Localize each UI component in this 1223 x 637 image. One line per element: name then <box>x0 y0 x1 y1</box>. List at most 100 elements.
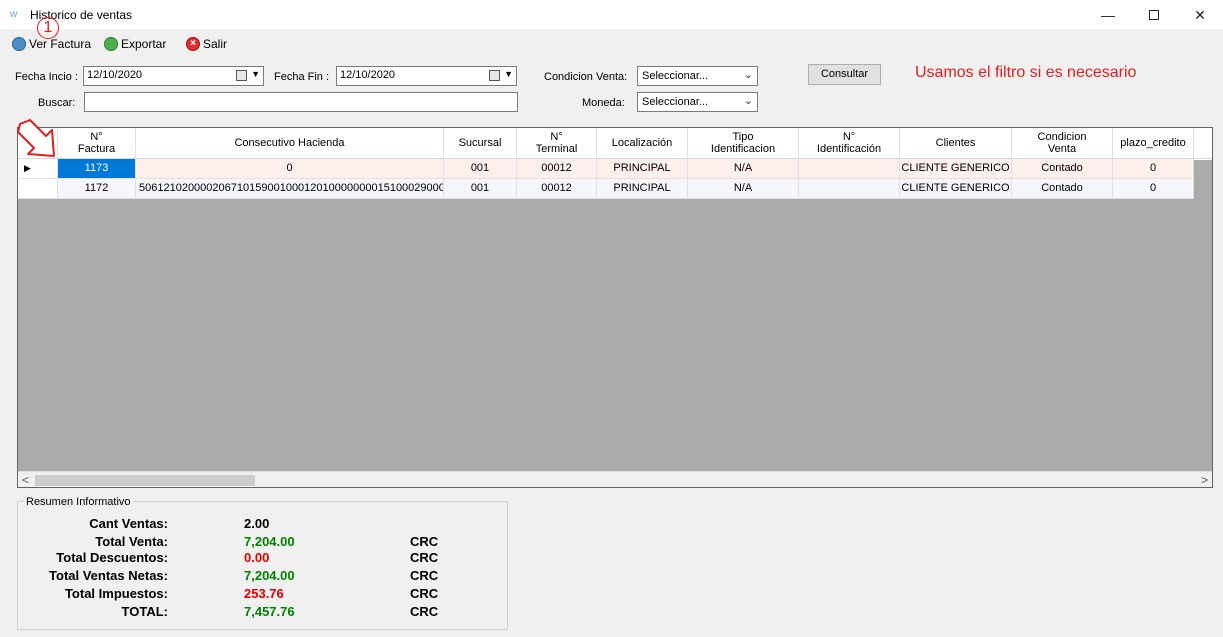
cell-terminal[interactable]: 00012 <box>517 159 597 179</box>
column-header-id-number[interactable]: N° Identificación <box>799 128 900 159</box>
currency-label: Moneda: <box>582 97 625 109</box>
scroll-right-icon[interactable]: > <box>1201 473 1208 487</box>
grid-header: N° Factura Consecutivo Hacienda Sucursal … <box>18 128 1212 160</box>
cell-clients[interactable]: CLIENTE GENERICO <box>900 159 1012 179</box>
column-header-filler <box>1194 128 1212 159</box>
filter-note: Usamos el filtro si es necesario <box>915 64 1137 81</box>
table-row[interactable]: ▶ 1173 0 001 00012 PRINCIPAL N/A CLIENTE… <box>18 159 1194 179</box>
cell-branch[interactable]: 001 <box>444 179 517 199</box>
column-header-branch[interactable]: Sucursal <box>444 128 517 159</box>
table-row[interactable]: 1172 50612102000020671015900100012010000… <box>18 179 1194 199</box>
minimize-button[interactable]: — <box>1085 0 1131 30</box>
cell-id-type[interactable]: N/A <box>688 179 799 199</box>
cell-location[interactable]: PRINCIPAL <box>597 179 688 199</box>
summary-value: 2.00 <box>244 516 270 531</box>
cell-id-number[interactable] <box>799 159 900 179</box>
column-header-consecutive[interactable]: Consecutivo Hacienda <box>136 128 444 159</box>
summary-value: 0.00 <box>244 550 270 565</box>
cell-invoice-number[interactable]: 1172 <box>58 179 136 199</box>
summary-value: 253.76 <box>244 586 284 601</box>
horizontal-scrollbar[interactable]: < > <box>18 471 1212 487</box>
end-date-picker[interactable]: 12/10/2020 ▼ <box>336 66 517 86</box>
chevron-down-icon: ▼ <box>251 69 260 79</box>
column-header-invoice-number[interactable]: N° Factura <box>58 128 136 159</box>
sale-condition-label: Condicion Venta: <box>544 71 628 83</box>
summary-value: 7,457.76 <box>244 604 295 619</box>
summary-currency: CRC <box>410 604 439 619</box>
column-header-credit-term[interactable]: plazo_credito <box>1113 128 1194 159</box>
column-header-location[interactable]: Localización <box>597 128 688 159</box>
sale-condition-select[interactable]: Seleccionar... ⌄ <box>637 66 758 86</box>
search-input[interactable] <box>84 92 518 112</box>
cell-sale-condition[interactable]: Contado <box>1012 179 1113 199</box>
cell-id-number[interactable] <box>799 179 900 199</box>
current-row-icon: ▶ <box>24 163 31 173</box>
chevron-down-icon: ▼ <box>504 69 513 79</box>
close-icon: ✕ <box>1194 6 1206 23</box>
summary-label: Total Ventas Netas: <box>49 568 168 583</box>
annotation-arrow-icon <box>17 119 55 157</box>
calendar-icon <box>489 70 500 81</box>
cell-credit-term[interactable]: 0 <box>1113 159 1194 179</box>
maximize-icon <box>1149 10 1159 20</box>
search-label: Buscar: <box>38 97 76 109</box>
title-bar: w Historico de ventas — ✕ <box>0 0 1223 30</box>
annotation-number-badge: 1 <box>37 17 59 39</box>
cell-consecutive[interactable]: 5061210200002067101590010001201000000001… <box>136 179 444 199</box>
summary-value: 7,204.00 <box>244 534 295 549</box>
minimize-icon: — <box>1101 7 1115 23</box>
maximize-button[interactable] <box>1131 0 1177 30</box>
summary-currency: CRC <box>410 568 439 583</box>
view-invoice-label: Ver Factura <box>29 37 92 51</box>
summary-label: Cant Ventas: <box>89 516 168 531</box>
column-header-sale-condition[interactable]: Condicion Venta <box>1012 128 1113 159</box>
summary-currency: CRC <box>410 586 439 601</box>
start-date-picker[interactable]: 12/10/2020 ▼ <box>83 66 264 86</box>
sales-history-grid[interactable]: N° Factura Consecutivo Hacienda Sucursal … <box>17 127 1213 488</box>
cell-location[interactable]: PRINCIPAL <box>597 159 688 179</box>
start-date-value: 12/10/2020 <box>87 69 143 81</box>
summary-title: Resumen Informativo <box>24 496 133 508</box>
cell-branch[interactable]: 001 <box>444 159 517 179</box>
consult-button[interactable]: Consultar <box>808 64 881 85</box>
column-header-id-type[interactable]: Tipo Identificacion <box>688 128 799 159</box>
cell-credit-term[interactable]: 0 <box>1113 179 1194 199</box>
summary-label: TOTAL: <box>121 604 168 619</box>
chevron-down-icon: ⌄ <box>743 95 753 107</box>
chevron-down-icon: ⌄ <box>743 69 753 81</box>
export-button[interactable]: Exportar <box>104 35 166 53</box>
cell-invoice-number[interactable]: 1173 <box>58 159 136 179</box>
summary-currency: CRC <box>410 550 439 565</box>
close-button[interactable]: ✕ <box>1177 0 1223 30</box>
currency-value: Seleccionar... <box>642 96 709 108</box>
cell-terminal[interactable]: 00012 <box>517 179 597 199</box>
app-icon: w <box>10 9 18 20</box>
start-date-label: Fecha Incio : <box>15 71 78 83</box>
summary-currency: CRC <box>410 534 439 549</box>
sale-condition-value: Seleccionar... <box>642 70 709 82</box>
toolbar: Ver Factura Exportar × Salir <box>0 31 1223 55</box>
summary-value: 7,204.00 <box>244 568 295 583</box>
cell-sale-condition[interactable]: Contado <box>1012 159 1113 179</box>
summary-label: Total Venta: <box>95 534 168 549</box>
cell-consecutive[interactable]: 0 <box>136 159 444 179</box>
end-date-value: 12/10/2020 <box>340 69 396 81</box>
currency-select[interactable]: Seleccionar... ⌄ <box>637 92 758 112</box>
column-header-terminal[interactable]: N° Terminal <box>517 128 597 159</box>
column-header-clients[interactable]: Clientes <box>900 128 1012 159</box>
row-header[interactable] <box>18 179 58 199</box>
exit-label: Salir <box>203 37 228 51</box>
summary-label: Total Descuentos: <box>56 550 168 565</box>
row-header[interactable]: ▶ <box>18 159 58 179</box>
scroll-left-icon[interactable]: < <box>22 473 29 487</box>
export-icon <box>104 37 118 51</box>
cell-id-type[interactable]: N/A <box>688 159 799 179</box>
export-label: Exportar <box>121 37 167 51</box>
cell-clients[interactable]: CLIENTE GENERICO <box>900 179 1012 199</box>
calendar-icon <box>236 70 247 81</box>
exit-button[interactable]: × Salir <box>186 35 227 53</box>
exit-icon: × <box>186 37 200 51</box>
scrollbar-thumb[interactable] <box>35 475 255 486</box>
summary-label: Total Impuestos: <box>64 586 168 601</box>
end-date-label: Fecha Fin : <box>274 71 330 83</box>
